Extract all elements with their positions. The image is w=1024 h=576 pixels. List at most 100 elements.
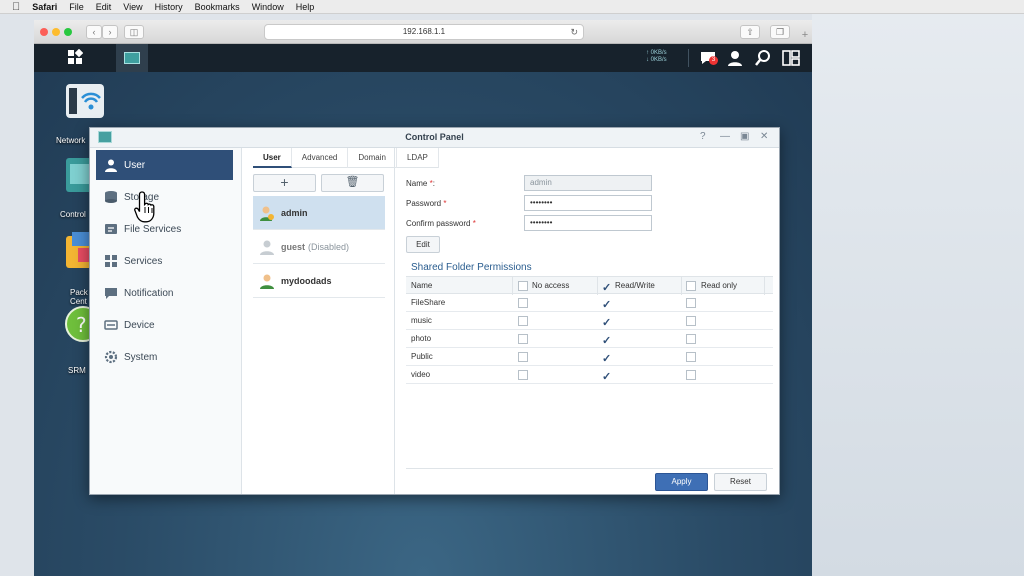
user-icon bbox=[105, 159, 117, 172]
hand-pointer-cursor-icon bbox=[134, 191, 155, 223]
no-access-checkbox[interactable] bbox=[518, 370, 528, 380]
tabs-overview-icon[interactable]: ❐ bbox=[770, 25, 790, 39]
user-row-admin[interactable]: admin bbox=[253, 196, 385, 230]
user-list-pane: + 🗑 admin guest (Disabled) mydoodads bbox=[243, 148, 395, 494]
widgets-icon[interactable] bbox=[782, 49, 800, 67]
read-write-checkbox[interactable]: ✓ bbox=[602, 334, 612, 347]
menu-history[interactable]: History bbox=[155, 2, 183, 12]
back-icon[interactable]: ‹ bbox=[86, 25, 102, 39]
upload-speed: 0KB/s bbox=[650, 50, 667, 56]
close-window-button[interactable] bbox=[40, 28, 48, 36]
menu-edit[interactable]: Edit bbox=[96, 2, 112, 12]
tab-user[interactable]: User bbox=[253, 148, 292, 168]
menu-window[interactable]: Window bbox=[252, 2, 284, 12]
services-icon bbox=[105, 255, 117, 267]
no-access-checkbox[interactable] bbox=[518, 316, 528, 326]
zoom-window-button[interactable] bbox=[64, 28, 72, 36]
menu-file[interactable]: File bbox=[69, 2, 84, 12]
user-avatar-icon bbox=[260, 206, 274, 221]
user-row-guest[interactable]: guest (Disabled) bbox=[253, 230, 385, 264]
user-name: guest bbox=[281, 241, 306, 252]
sidebar-item-user[interactable]: User bbox=[96, 150, 233, 180]
help-icon[interactable]: ? bbox=[700, 131, 706, 142]
user-tabs: User Advanced Domain LDAP bbox=[253, 148, 439, 168]
tab-domain[interactable]: Domain bbox=[348, 148, 397, 168]
network-center-icon bbox=[66, 84, 104, 118]
mac-desktop-background bbox=[812, 14, 1024, 576]
name-label-text: Name bbox=[406, 179, 428, 188]
desktop-icon-network[interactable]: Network bbox=[56, 84, 154, 145]
share-icon[interactable]: ⇧ bbox=[740, 25, 760, 39]
user-account-icon[interactable] bbox=[726, 49, 744, 67]
control-panel-icon bbox=[124, 52, 140, 64]
read-only-checkbox[interactable] bbox=[686, 352, 696, 362]
password-field[interactable]: •••••••• bbox=[524, 195, 652, 211]
minimize-icon[interactable]: — bbox=[720, 131, 730, 142]
reset-button[interactable]: Reset bbox=[714, 473, 767, 491]
read-only-checkbox[interactable] bbox=[686, 334, 696, 344]
edit-button[interactable]: Edit bbox=[406, 236, 440, 253]
sidebar-item-system[interactable]: System bbox=[96, 342, 233, 372]
control-panel-titlebar[interactable]: Control Panel ? — ▣ ✕ bbox=[90, 128, 779, 148]
read-write-checkbox[interactable]: ✓ bbox=[602, 298, 612, 311]
menu-help[interactable]: Help bbox=[296, 2, 315, 12]
desktop-icon-label: Network bbox=[56, 136, 86, 145]
no-access-all-checkbox[interactable] bbox=[518, 281, 528, 291]
sidebar-item-services[interactable]: Services bbox=[96, 246, 233, 276]
menu-bookmarks[interactable]: Bookmarks bbox=[195, 2, 240, 12]
device-icon bbox=[104, 320, 118, 330]
no-access-checkbox[interactable] bbox=[518, 352, 528, 362]
permission-row: FileShare ✓ bbox=[406, 294, 773, 312]
user-status: (Disabled) bbox=[308, 241, 350, 252]
sidebar-toggle-icon[interactable]: ◫ bbox=[124, 25, 144, 39]
apple-icon[interactable]:  bbox=[12, 1, 20, 13]
checkmark-icon: ✓ bbox=[602, 353, 612, 365]
read-write-checkbox[interactable]: ✓ bbox=[602, 316, 612, 329]
plus-icon: + bbox=[280, 174, 289, 190]
confirm-password-field[interactable]: •••••••• bbox=[524, 215, 652, 231]
search-icon[interactable] bbox=[754, 49, 772, 67]
system-icon bbox=[104, 350, 118, 364]
no-access-checkbox[interactable] bbox=[518, 298, 528, 308]
menu-view[interactable]: View bbox=[123, 2, 142, 12]
url-text: 192.168.1.1 bbox=[402, 27, 446, 36]
maximize-icon[interactable]: ▣ bbox=[740, 131, 749, 142]
permissions-header-row: Name No access ✓ Read/Write Read only bbox=[406, 276, 773, 295]
close-icon[interactable]: ✕ bbox=[760, 131, 768, 142]
read-write-all-checkbox[interactable]: ✓ bbox=[602, 281, 612, 294]
add-user-button[interactable]: + bbox=[253, 174, 316, 192]
read-only-checkbox[interactable] bbox=[686, 370, 696, 380]
no-access-checkbox[interactable] bbox=[518, 334, 528, 344]
read-write-checkbox[interactable]: ✓ bbox=[602, 352, 612, 365]
minimize-window-button[interactable] bbox=[52, 28, 60, 36]
tab-ldap[interactable]: LDAP bbox=[397, 148, 439, 168]
reload-icon[interactable]: ↻ bbox=[570, 25, 578, 39]
control-panel-sidebar: User Storage File Services Services Noti… bbox=[90, 148, 242, 494]
read-only-checkbox[interactable] bbox=[686, 316, 696, 326]
apply-button[interactable]: Apply bbox=[655, 473, 708, 491]
main-menu-icon[interactable] bbox=[67, 49, 83, 65]
taskbar-control-panel[interactable] bbox=[116, 44, 148, 72]
permission-row: video ✓ bbox=[406, 366, 773, 384]
sidebar-item-label: Services bbox=[124, 255, 163, 267]
read-write-checkbox[interactable]: ✓ bbox=[602, 370, 612, 383]
sidebar-item-notification[interactable]: Notification bbox=[96, 278, 233, 308]
user-row-mydoodads[interactable]: mydoodads bbox=[253, 264, 385, 298]
sidebar-item-file-services[interactable]: File Services bbox=[96, 214, 233, 244]
sidebar-item-storage[interactable]: Storage bbox=[96, 182, 233, 212]
shared-folder-name: music bbox=[411, 316, 432, 325]
download-speed: 0KB/s bbox=[650, 57, 667, 63]
address-bar[interactable]: 192.168.1.1 ↻ bbox=[264, 24, 584, 40]
forward-icon[interactable]: › bbox=[102, 25, 118, 39]
delete-user-button[interactable]: 🗑 bbox=[321, 174, 384, 192]
tab-advanced[interactable]: Advanced bbox=[292, 148, 349, 168]
sidebar-item-device[interactable]: Device bbox=[96, 310, 233, 340]
new-tab-button[interactable]: + bbox=[798, 26, 812, 44]
read-only-checkbox[interactable] bbox=[686, 298, 696, 308]
sidebar-item-label: User bbox=[124, 159, 146, 171]
read-only-all-checkbox[interactable] bbox=[686, 281, 696, 291]
taskbar-divider bbox=[688, 49, 689, 67]
sidebar-item-label: Notification bbox=[124, 287, 174, 299]
name-label: Name *: bbox=[406, 179, 435, 188]
menu-safari[interactable]: Safari bbox=[32, 2, 57, 12]
